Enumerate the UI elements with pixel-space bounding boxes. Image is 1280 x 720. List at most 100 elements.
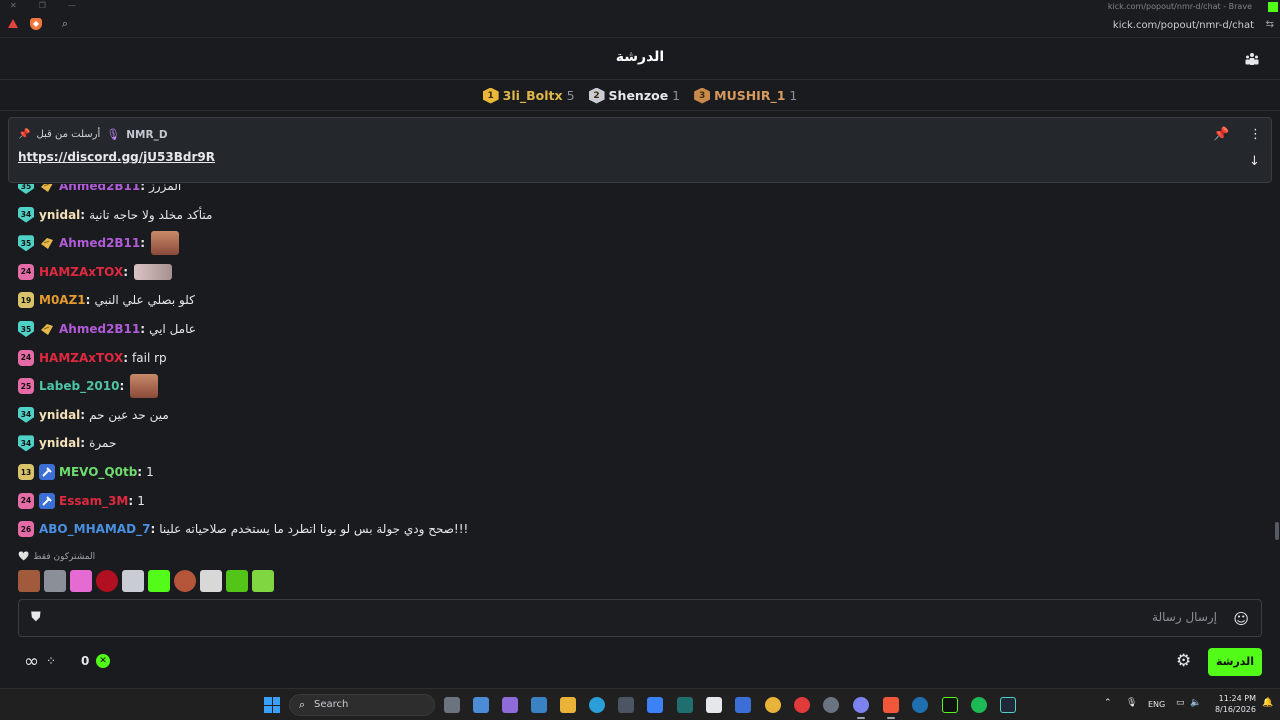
gift-icon[interactable] (39, 235, 55, 251)
subscriber-badge[interactable]: 24 (18, 263, 34, 280)
subscriber-badge[interactable]: 24 (18, 492, 34, 509)
chat-message[interactable]: 24 Essam_3M:1 (18, 490, 145, 512)
settings-app-icon[interactable] (823, 697, 839, 713)
emote-icon[interactable] (226, 570, 248, 592)
chat-message[interactable]: 24 HAMZAxTOX: (18, 261, 173, 283)
message-username[interactable]: ynidal (39, 436, 80, 450)
subscriber-badge[interactable]: 26 (18, 521, 34, 538)
users-icon[interactable] (1244, 51, 1260, 67)
subscriber-badge[interactable]: 19 (18, 292, 34, 309)
send-chat-button[interactable]: الدرشة (1208, 648, 1262, 676)
subscriber-badge[interactable]: 35 (18, 235, 34, 252)
message-username[interactable]: Labeb_2010 (39, 379, 119, 393)
unpin-icon[interactable]: 📌 (1213, 127, 1229, 142)
edge-icon[interactable] (589, 697, 605, 713)
chat-scrollbar[interactable] (1275, 522, 1279, 540)
subscriber-badge[interactable]: 34 (18, 435, 34, 452)
face-emote-icon[interactable] (130, 374, 159, 399)
emote-icon[interactable] (18, 570, 40, 592)
volume-icon[interactable]: 🔈 (1190, 698, 1201, 708)
subscriber-badge[interactable]: 35 (18, 184, 34, 194)
app-icon-11[interactable] (735, 697, 751, 713)
emote-icon[interactable] (200, 570, 222, 592)
steam-icon[interactable] (912, 697, 928, 713)
widgets-icon[interactable] (502, 697, 518, 713)
restore-window-icon[interactable]: ❐ (39, 1, 46, 10)
emote-icon[interactable] (44, 570, 66, 592)
kick-points-icon[interactable]: ✕ (96, 654, 110, 668)
app-icon-4[interactable] (531, 697, 547, 713)
chat-message[interactable]: 34 ynidal: حمرة (18, 432, 116, 454)
capcut-icon[interactable] (706, 697, 722, 713)
store-icon[interactable] (618, 697, 634, 713)
infinity-icon[interactable]: ∞ (24, 651, 39, 672)
subscriber-badge[interactable]: 13 (18, 464, 34, 480)
emoji-icon[interactable]: ☺ (1233, 610, 1249, 628)
leaderboard-entry[interactable]: 2 Shenzoe 1 (588, 87, 680, 104)
face-emote-icon[interactable] (151, 231, 180, 256)
chat-message[interactable]: 34 ynidal: متأكد مخلد ولا حاجه تانية (18, 204, 212, 226)
message-username[interactable]: Ahmed2B11 (59, 236, 140, 250)
emote-icon[interactable] (122, 570, 144, 592)
pinned-link[interactable]: https://discord.gg/jU53Bdr9R (18, 150, 215, 164)
leaderboard-entry[interactable]: 3 MUSHIR_1 1 (694, 87, 797, 104)
network-icon[interactable]: ▭ (1176, 698, 1185, 708)
chat-message[interactable]: 26 ABO_MHAMAD_7: صحح ودي جولة بس لو بونا ا… (18, 518, 468, 540)
chat-message[interactable]: 35 Ahmed2B11: المزرز (18, 184, 181, 197)
hammer-icon[interactable] (39, 492, 55, 509)
message-username[interactable]: Ahmed2B11 (59, 322, 140, 336)
wide-emote-icon[interactable] (134, 263, 173, 280)
brave-shields-icon[interactable]: ◆ (30, 18, 42, 30)
gift-icon[interactable] (39, 184, 55, 194)
address-bar[interactable]: kick.com/popout/nmr-d/chat (1113, 20, 1254, 31)
chrome-icon[interactable] (765, 697, 781, 713)
chat-message[interactable]: 34 ynidal: مين حد عين حم (18, 404, 169, 426)
language-indicator[interactable]: ENG (1148, 700, 1165, 709)
subscriber-badge[interactable]: 25 (18, 378, 34, 395)
app-icon-13[interactable] (794, 697, 810, 713)
app-icon-9[interactable] (677, 697, 693, 713)
emote-icon[interactable] (148, 570, 170, 592)
message-username[interactable]: Ahmed2B11 (59, 184, 140, 193)
pinned-author[interactable]: NMR_D (126, 129, 167, 141)
share-icon[interactable]: ⇆ (1266, 19, 1274, 30)
app-icon-20[interactable] (1000, 697, 1016, 713)
windows-start-icon[interactable] (264, 697, 280, 713)
message-username[interactable]: M0AZ1 (39, 293, 86, 307)
hammer-icon[interactable] (39, 464, 55, 480)
message-username[interactable]: ABO_MHAMAD_7 (39, 522, 150, 536)
chat-input[interactable]: ⛊ إرسال رسالة ☺ (18, 599, 1262, 637)
message-username[interactable]: ynidal (39, 208, 80, 222)
chat-message[interactable]: 35 Ahmed2B11: (18, 231, 180, 256)
message-username[interactable]: HAMZAxTOX (39, 265, 123, 279)
subscriber-badge[interactable]: 34 (18, 206, 34, 223)
app-icon-8[interactable] (647, 697, 663, 713)
minimize-window-icon[interactable]: — (68, 1, 76, 10)
leaderboard-entry[interactable]: 1 3li_Boltx 5 (482, 87, 575, 104)
subscriber-badge[interactable]: 34 (18, 406, 34, 423)
close-window-icon[interactable]: ✕ (10, 1, 17, 10)
tray-chevron-icon[interactable]: ⌃ (1104, 698, 1112, 708)
chat-message[interactable]: 24 HAMZAxTOX: fail rp (18, 347, 167, 369)
message-username[interactable]: ynidal (39, 408, 80, 422)
app-icon-18[interactable] (942, 697, 958, 713)
shield-icon[interactable]: ⛊ (31, 610, 41, 625)
file-explorer-icon[interactable] (560, 697, 576, 713)
emote-icon[interactable] (96, 570, 118, 592)
brave-icon[interactable] (883, 697, 899, 713)
more-options-icon[interactable]: ⋮ (1249, 127, 1262, 142)
subscriber-badge[interactable]: 35 (18, 321, 34, 337)
chat-message[interactable]: 35 Ahmed2B11: عامل ايي (18, 318, 196, 340)
microphone-tray-icon[interactable]: 🎙 (1126, 698, 1137, 708)
message-username[interactable]: MEVO_Q0tb (59, 465, 137, 479)
collapse-arrow-icon[interactable]: ↓ (1249, 154, 1260, 169)
settings-gear-icon[interactable]: ⚙ (1176, 651, 1191, 671)
notifications-icon[interactable]: 🔔 (1262, 698, 1273, 708)
chat-messages[interactable]: 35 Ahmed2B11: المزرز 34 ynidal: متأكد مخلد ول… (0, 184, 1272, 542)
notepad-icon[interactable] (473, 697, 489, 713)
chat-message[interactable]: 25 Labeb_2010: (18, 374, 159, 399)
dots-icon[interactable]: ⁘ (46, 654, 56, 668)
task-view-icon[interactable] (444, 697, 460, 713)
subscriber-badge[interactable]: 24 (18, 349, 34, 366)
gift-icon[interactable] (39, 321, 55, 337)
